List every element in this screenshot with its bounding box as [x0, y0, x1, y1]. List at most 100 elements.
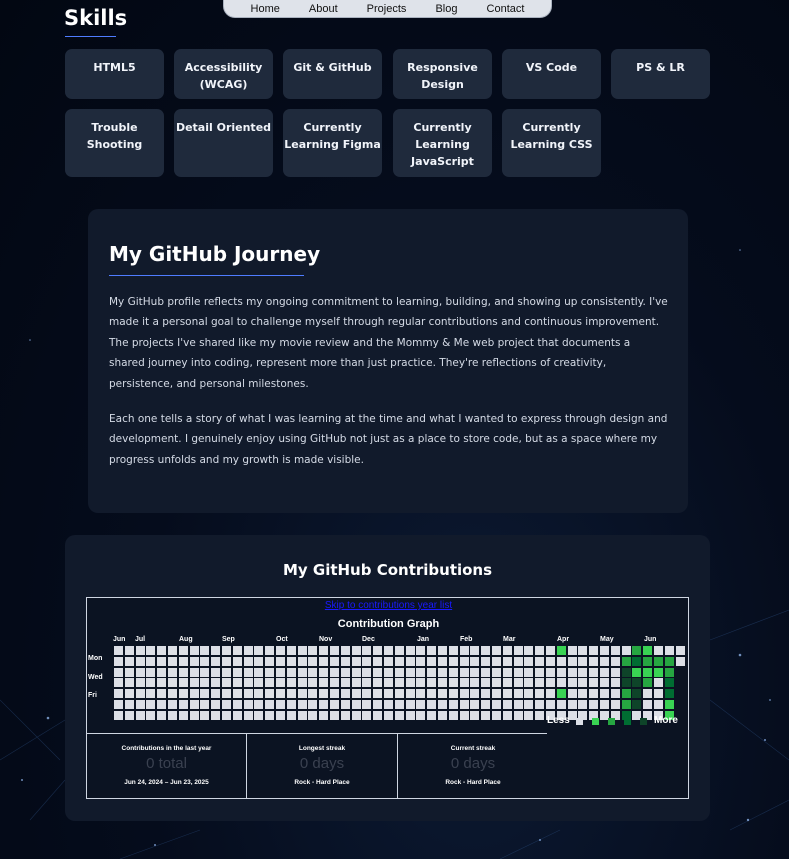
contribution-cell [632, 700, 642, 709]
contribution-cell [470, 710, 480, 720]
contribution-cell [384, 689, 393, 699]
nav-blog[interactable]: Blog [435, 0, 457, 15]
contribution-cell [438, 656, 447, 666]
contribution-cell [621, 678, 631, 688]
contribution-cell [610, 656, 620, 666]
contribution-cell [254, 678, 264, 688]
contribution-cell [654, 678, 663, 688]
contribution-cell [222, 678, 231, 688]
contribution-cell [578, 689, 588, 699]
contribution-cell [502, 689, 512, 699]
contribution-cell [157, 656, 167, 666]
contribution-cell [146, 646, 156, 655]
contribution-cell [319, 710, 329, 720]
contribution-cell [578, 646, 588, 655]
contribution-cell [135, 689, 145, 699]
nav-about[interactable]: About [309, 0, 338, 15]
contribution-cell [319, 646, 329, 655]
skill-card: VS Code [502, 49, 601, 99]
contribution-cell [610, 678, 620, 688]
contribution-cell [330, 646, 339, 655]
contribution-cell [556, 667, 566, 677]
contribution-cell [178, 678, 188, 688]
contribution-cell [535, 700, 545, 709]
contribution-cell [405, 689, 415, 699]
contribution-cell [416, 678, 426, 688]
legend-less: Less [547, 715, 570, 726]
contribution-cell [124, 678, 134, 688]
contribution-cell [189, 667, 199, 677]
month-label: May [600, 636, 614, 643]
contribution-cell [632, 646, 642, 655]
contribution-cell [222, 667, 231, 677]
skill-card: Detail Oriented [174, 109, 273, 177]
contribution-cell [438, 646, 447, 655]
contribution-cell [394, 700, 404, 709]
nav-contact[interactable]: Contact [487, 0, 525, 15]
contribution-cell [178, 700, 188, 709]
contribution-cell [157, 646, 167, 655]
contribution-cell [146, 700, 156, 709]
contribution-cell [567, 689, 577, 699]
contribution-cell [405, 646, 415, 655]
contribution-cell [286, 710, 296, 720]
contribution-cell [222, 700, 231, 709]
contribution-cell [168, 700, 177, 709]
nav-home[interactable]: Home [251, 0, 280, 15]
skill-card: Currently Learning JavaScript [393, 109, 492, 177]
contribution-cell [308, 700, 318, 709]
contribution-cell [351, 646, 361, 655]
stat-label: Contributions in the last year [121, 745, 212, 752]
contribution-cell [546, 678, 555, 688]
contribution-cell [513, 700, 523, 709]
contribution-cell [535, 678, 545, 688]
contribution-cell [232, 710, 242, 720]
stat-range: Rock - Hard Place [445, 779, 501, 786]
contribution-cell [481, 710, 491, 720]
skip-link[interactable]: Skip to contributions year list [87, 600, 690, 611]
contribution-cell [589, 667, 599, 677]
contribution-cell [600, 667, 609, 677]
month-label: Aug [179, 636, 193, 643]
contribution-cell [178, 656, 188, 666]
contribution-cell [556, 656, 566, 666]
contribution-cell [254, 700, 264, 709]
contribution-cell [427, 689, 437, 699]
contribution-cell [384, 656, 393, 666]
contribution-cell [222, 646, 231, 655]
contribution-cell [308, 678, 318, 688]
contribution-cell [589, 700, 599, 709]
contribution-cell [481, 700, 491, 709]
contribution-cell [114, 678, 123, 688]
contribution-cell [319, 656, 329, 666]
contribution-cell [664, 667, 674, 677]
contribution-cell [168, 710, 177, 720]
contribution-cell [416, 689, 426, 699]
contribution-cell [114, 646, 123, 655]
contribution-cell [556, 700, 566, 709]
contribution-cell [330, 710, 339, 720]
contribution-cell [297, 689, 307, 699]
contribution-cell [643, 656, 653, 666]
contribution-cell [470, 700, 480, 709]
contribution-cell [405, 678, 415, 688]
contribution-cell [578, 700, 588, 709]
contribution-cell [308, 689, 318, 699]
contribution-cell [146, 710, 156, 720]
contribution-cell [535, 656, 545, 666]
contribution-cell [416, 656, 426, 666]
contribution-cell [351, 667, 361, 677]
legend-more: More [654, 715, 678, 726]
nav-projects[interactable]: Projects [367, 0, 407, 15]
skills-heading: Skills [64, 6, 128, 30]
contribution-cell [200, 678, 210, 688]
contribution-cell [448, 656, 458, 666]
contribution-cell [643, 678, 653, 688]
contribution-cell [243, 700, 253, 709]
contributions-title: My GitHub Contributions [282, 561, 493, 579]
contribution-cell [394, 656, 404, 666]
stat-total: Contributions in the last year 0 total J… [87, 734, 246, 799]
contribution-cell [621, 689, 631, 699]
contribution-cell [438, 700, 447, 709]
contribution-cell [513, 710, 523, 720]
